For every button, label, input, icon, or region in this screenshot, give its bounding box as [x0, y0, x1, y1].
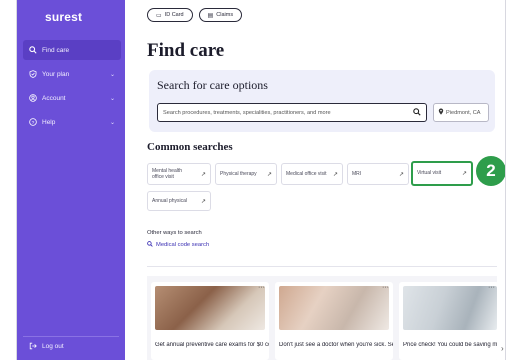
chip-label: Virtual visit [417, 170, 442, 177]
promo-text: Price check! You could be saving money a… [403, 342, 497, 348]
location-value: Piedmont, CA [446, 109, 481, 116]
chip-label: Medical office visit [286, 170, 327, 177]
main-content: ▭ ID Card ▤ Claims Find care Search for … [125, 0, 505, 360]
arrow-up-right-icon: ↗ [461, 171, 467, 177]
promo-image [403, 286, 497, 330]
arrow-up-right-icon: ↗ [200, 171, 206, 178]
sidebar-item-your-plan[interactable]: Your plan ⌄ [23, 64, 121, 84]
app-window: surest Find care Your plan ⌄ Account ⌄ ?… [16, 0, 506, 360]
chip-medical-office-visit[interactable]: Medical office visit ↗ [281, 163, 343, 185]
search-heading: Search for care options [157, 78, 268, 92]
top-actions: ▭ ID Card ▤ Claims [147, 8, 243, 22]
arrow-up-right-icon: ↗ [266, 171, 272, 178]
help-icon: ? [29, 118, 37, 126]
carousel-next-icon[interactable]: › [501, 344, 504, 353]
chevron-down-icon: ⌄ [109, 119, 115, 126]
chip-mri[interactable]: MRI ↗ [347, 163, 409, 185]
page-title: Find care [147, 40, 225, 61]
surest-logo[interactable]: surest [45, 10, 82, 24]
sidebar-divider [23, 336, 119, 337]
promo-card-price-check[interactable]: ··· Price check! You could be saving mon… [399, 282, 499, 360]
medical-code-search-link[interactable]: Medical code search [147, 241, 209, 249]
search-icon [29, 46, 37, 54]
chip-annual-physical[interactable]: Annual physical ↗ [147, 191, 211, 211]
id-card-icon: ▭ [156, 12, 162, 19]
id-card-button[interactable]: ▭ ID Card [147, 8, 193, 22]
arrow-up-right-icon: ↗ [200, 198, 206, 205]
claims-icon: ▤ [207, 12, 214, 19]
search-field[interactable] [157, 103, 427, 122]
more-options-icon[interactable]: ··· [488, 284, 495, 291]
claims-label: Claims [216, 12, 234, 18]
shield-icon [29, 70, 37, 78]
common-searches-heading: Common searches [147, 141, 233, 153]
search-input[interactable] [163, 109, 413, 116]
promo-card-doctor[interactable]: ··· Don't just see a doctor when you're … [275, 282, 393, 360]
medical-code-search-label: Medical code search [156, 242, 210, 248]
sidebar-item-label: Account [42, 94, 66, 102]
search-icon[interactable] [413, 107, 421, 118]
sidebar-item-account[interactable]: Account ⌄ [23, 88, 121, 108]
more-options-icon[interactable]: ··· [258, 284, 265, 291]
promo-image [279, 286, 389, 330]
svg-text:?: ? [32, 120, 35, 126]
promo-image [155, 286, 265, 330]
section-divider [147, 266, 497, 267]
sidebar-item-label: Find care [42, 46, 70, 54]
arrow-up-right-icon: ↗ [398, 171, 404, 178]
chip-physical-therapy[interactable]: Physical therapy ↗ [215, 163, 277, 185]
id-card-label: ID Card [164, 12, 184, 18]
chip-mental-health-office-visit[interactable]: Mental health office visit ↗ [147, 163, 211, 185]
chip-label: Annual physical [152, 197, 188, 204]
logout-label: Log out [42, 342, 64, 350]
claims-button[interactable]: ▤ Claims [198, 8, 243, 22]
logout-icon [29, 342, 37, 350]
promo-card-preventive[interactable]: ··· Get annual preventive care exams for… [151, 282, 269, 360]
search-panel: Search for care options Piedmont, CA [149, 70, 495, 132]
chip-virtual-visit[interactable]: Virtual visit ↗ [411, 161, 473, 186]
promo-text: Don't just see a doctor when you're sick… [279, 342, 393, 348]
sidebar-item-find-care[interactable]: Find care [23, 40, 121, 60]
step-badge: 2 [476, 156, 505, 186]
user-icon [29, 94, 37, 102]
chip-label: MRI [352, 170, 362, 177]
more-options-icon[interactable]: ··· [382, 284, 389, 291]
sidebar: surest Find care Your plan ⌄ Account ⌄ ?… [17, 0, 125, 360]
other-ways-heading: Other ways to search [147, 230, 202, 236]
sidebar-item-label: Help [42, 118, 56, 126]
logout-button[interactable]: Log out [29, 342, 64, 350]
search-icon [147, 241, 153, 249]
chip-label: Physical therapy [220, 170, 257, 177]
promo-text: Get annual preventive care exams for $0 … [155, 342, 269, 348]
sidebar-item-label: Your plan [42, 70, 70, 78]
chevron-down-icon: ⌄ [109, 71, 115, 78]
chevron-down-icon: ⌄ [109, 95, 115, 102]
sidebar-nav: Find care Your plan ⌄ Account ⌄ ? Help ⌄ [23, 40, 121, 136]
arrow-up-right-icon: ↗ [332, 171, 338, 178]
sidebar-item-help[interactable]: ? Help ⌄ [23, 112, 121, 132]
location-input[interactable]: Piedmont, CA [433, 103, 489, 122]
chip-label: Mental health office visit [152, 167, 183, 180]
location-pin-icon [438, 108, 444, 117]
